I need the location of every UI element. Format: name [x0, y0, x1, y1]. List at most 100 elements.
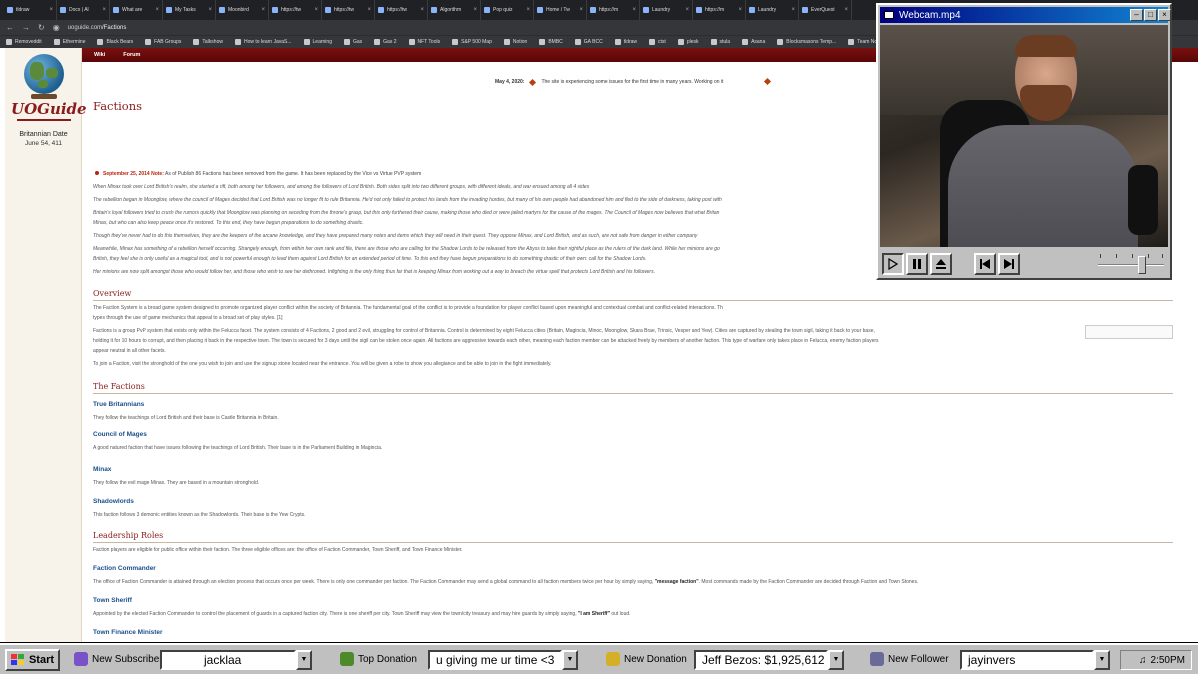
- bookmark-item[interactable]: Ethermine: [53, 39, 85, 45]
- browser-tab[interactable]: Algorithm ×: [428, 0, 481, 20]
- minimize-button[interactable]: –: [1130, 9, 1143, 21]
- browser-tab[interactable]: Home / Tw ×: [534, 0, 587, 20]
- bookmark-item[interactable]: Gas 2: [374, 39, 397, 45]
- tab-close-icon[interactable]: ×: [367, 7, 371, 13]
- play-button[interactable]: [882, 253, 904, 275]
- next-button[interactable]: [998, 253, 1020, 275]
- faction-name[interactable]: Minax: [93, 465, 111, 474]
- bookmark-item[interactable]: tldraw: [614, 39, 637, 45]
- role-name[interactable]: Town Finance Minister: [93, 628, 163, 637]
- browser-tab[interactable]: What are ×: [110, 0, 163, 20]
- webcam-title-bar[interactable]: Webcam.mp4 – □ ×: [880, 7, 1171, 23]
- tab-close-icon[interactable]: ×: [102, 7, 106, 13]
- browser-tab[interactable]: https://tw ×: [269, 0, 322, 20]
- role-name[interactable]: Town Sheriff: [93, 596, 132, 605]
- browser-tab[interactable]: My Tasks ×: [163, 0, 216, 20]
- bookmark-item[interactable]: Talkshow: [193, 39, 223, 45]
- bookmark-item[interactable]: Learning: [303, 39, 332, 45]
- new-follower-label: New Follower: [870, 652, 949, 666]
- new-donation-dropdown[interactable]: ▼: [828, 650, 844, 670]
- webcam-window[interactable]: Webcam.mp4 – □ ×: [876, 3, 1172, 280]
- faction-name[interactable]: Shadowlords: [93, 497, 134, 506]
- faction-name[interactable]: True Britannians: [93, 400, 144, 409]
- new-follower-field[interactable]: jayinvers: [960, 650, 1094, 670]
- top-donation-dropdown[interactable]: ▼: [562, 650, 578, 670]
- bookmark-item[interactable]: Blocksmasons Temp...: [777, 39, 836, 45]
- globe-logo-icon[interactable]: [24, 54, 64, 94]
- bookmark-item[interactable]: stula: [710, 39, 730, 45]
- back-icon[interactable]: ←: [6, 23, 14, 32]
- tab-favicon-icon: [378, 7, 384, 13]
- tab-close-icon[interactable]: ×: [738, 7, 742, 13]
- tab-close-icon[interactable]: ×: [579, 7, 583, 13]
- tab-close-icon[interactable]: ×: [526, 7, 530, 13]
- bookmark-item[interactable]: S&P 500 Map: [452, 39, 492, 45]
- start-button[interactable]: Start: [5, 649, 60, 671]
- site-logo[interactable]: UOGuide: [11, 100, 87, 118]
- previous-button[interactable]: [974, 253, 996, 275]
- bookmark-item[interactable]: Black Bears: [97, 39, 133, 45]
- bookmark-item[interactable]: ctst: [649, 39, 666, 45]
- browser-tab[interactable]: Moonbird ×: [216, 0, 269, 20]
- bookmark-item[interactable]: NFT Tools: [408, 39, 440, 45]
- faction-name[interactable]: Council of Mages: [93, 430, 147, 439]
- bullet-icon: [95, 171, 99, 175]
- tab-close-icon[interactable]: ×: [208, 7, 212, 13]
- tab-label: Laundry: [652, 7, 671, 13]
- bookmark-favicon-icon: [539, 39, 546, 45]
- pause-button[interactable]: [906, 253, 928, 275]
- tab-close-icon[interactable]: ×: [314, 7, 318, 13]
- volume-slider-handle[interactable]: [1138, 256, 1146, 274]
- bookmark-favicon-icon: [677, 39, 684, 45]
- bookmark-item[interactable]: BMBC: [539, 39, 563, 45]
- browser-tab[interactable]: https://m ×: [587, 0, 640, 20]
- bookmark-item[interactable]: How to learn JavaS...: [234, 39, 292, 45]
- browser-tab[interactable]: Pop quiz ×: [481, 0, 534, 20]
- new-subscriber-field[interactable]: jacklaa: [160, 650, 296, 670]
- tab-close-icon[interactable]: ×: [632, 7, 636, 13]
- tab-close-icon[interactable]: ×: [844, 7, 848, 13]
- new-donation-field[interactable]: Jeff Bezos: $1,925,612: [694, 650, 828, 670]
- tab-close-icon[interactable]: ×: [791, 7, 795, 13]
- browser-tab[interactable]: https://tw ×: [322, 0, 375, 20]
- browser-tab[interactable]: Docs | Al ×: [57, 0, 110, 20]
- top-donation-field[interactable]: u giving me ur time <3: [428, 650, 562, 670]
- speaker-icon[interactable]: ♫: [1139, 655, 1147, 666]
- tab-close-icon[interactable]: ×: [685, 7, 689, 13]
- nav-forum[interactable]: Forum: [123, 52, 140, 58]
- new-follower-dropdown[interactable]: ▼: [1094, 650, 1110, 670]
- url-field[interactable]: uoguide.com/Factions: [68, 25, 127, 31]
- tab-close-icon[interactable]: ×: [261, 7, 265, 13]
- play-icon: [888, 258, 898, 270]
- bookmark-item[interactable]: GA BCC: [574, 39, 603, 45]
- close-button[interactable]: ×: [1158, 9, 1171, 21]
- bookmark-item[interactable]: Gas: [343, 39, 362, 45]
- role-name[interactable]: Faction Commander: [93, 564, 156, 573]
- bookmark-item[interactable]: Asana: [742, 39, 765, 45]
- browser-tab[interactable]: tldraw ×: [4, 0, 57, 20]
- browser-tab[interactable]: Laundry ×: [746, 0, 799, 20]
- browser-tab[interactable]: EverQuest ×: [799, 0, 852, 20]
- tab-close-icon[interactable]: ×: [49, 7, 53, 13]
- browser-tab[interactable]: https://tw ×: [375, 0, 428, 20]
- tab-close-icon[interactable]: ×: [155, 7, 159, 13]
- browser-tab[interactable]: https://m ×: [693, 0, 746, 20]
- nav-wiki[interactable]: Wiki: [94, 52, 105, 58]
- tab-close-icon[interactable]: ×: [473, 7, 477, 13]
- bookmark-item[interactable]: plesk: [677, 39, 699, 45]
- bookmark-item[interactable]: Removeddit: [6, 39, 42, 45]
- new-subscriber-dropdown[interactable]: ▼: [296, 650, 312, 670]
- bookmark-favicon-icon: [97, 39, 104, 45]
- volume-slider-track[interactable]: [1098, 264, 1164, 266]
- reload-icon[interactable]: ↻: [38, 23, 45, 32]
- bookmark-item[interactable]: FAB Groups: [145, 39, 181, 45]
- maximize-button[interactable]: □: [1144, 9, 1157, 21]
- eject-button[interactable]: [930, 253, 952, 275]
- overview-paragraph: holding it for 10 hours to corrupt, and …: [93, 338, 879, 344]
- forward-icon[interactable]: →: [22, 23, 30, 32]
- tab-close-icon[interactable]: ×: [420, 7, 424, 13]
- browser-tab[interactable]: Laundry ×: [640, 0, 693, 20]
- bookmark-item[interactable]: Notion: [503, 39, 527, 45]
- overview-paragraph: types through the use of game mechanics …: [93, 315, 283, 321]
- note-date: September 25, 2014 Note:: [103, 171, 164, 177]
